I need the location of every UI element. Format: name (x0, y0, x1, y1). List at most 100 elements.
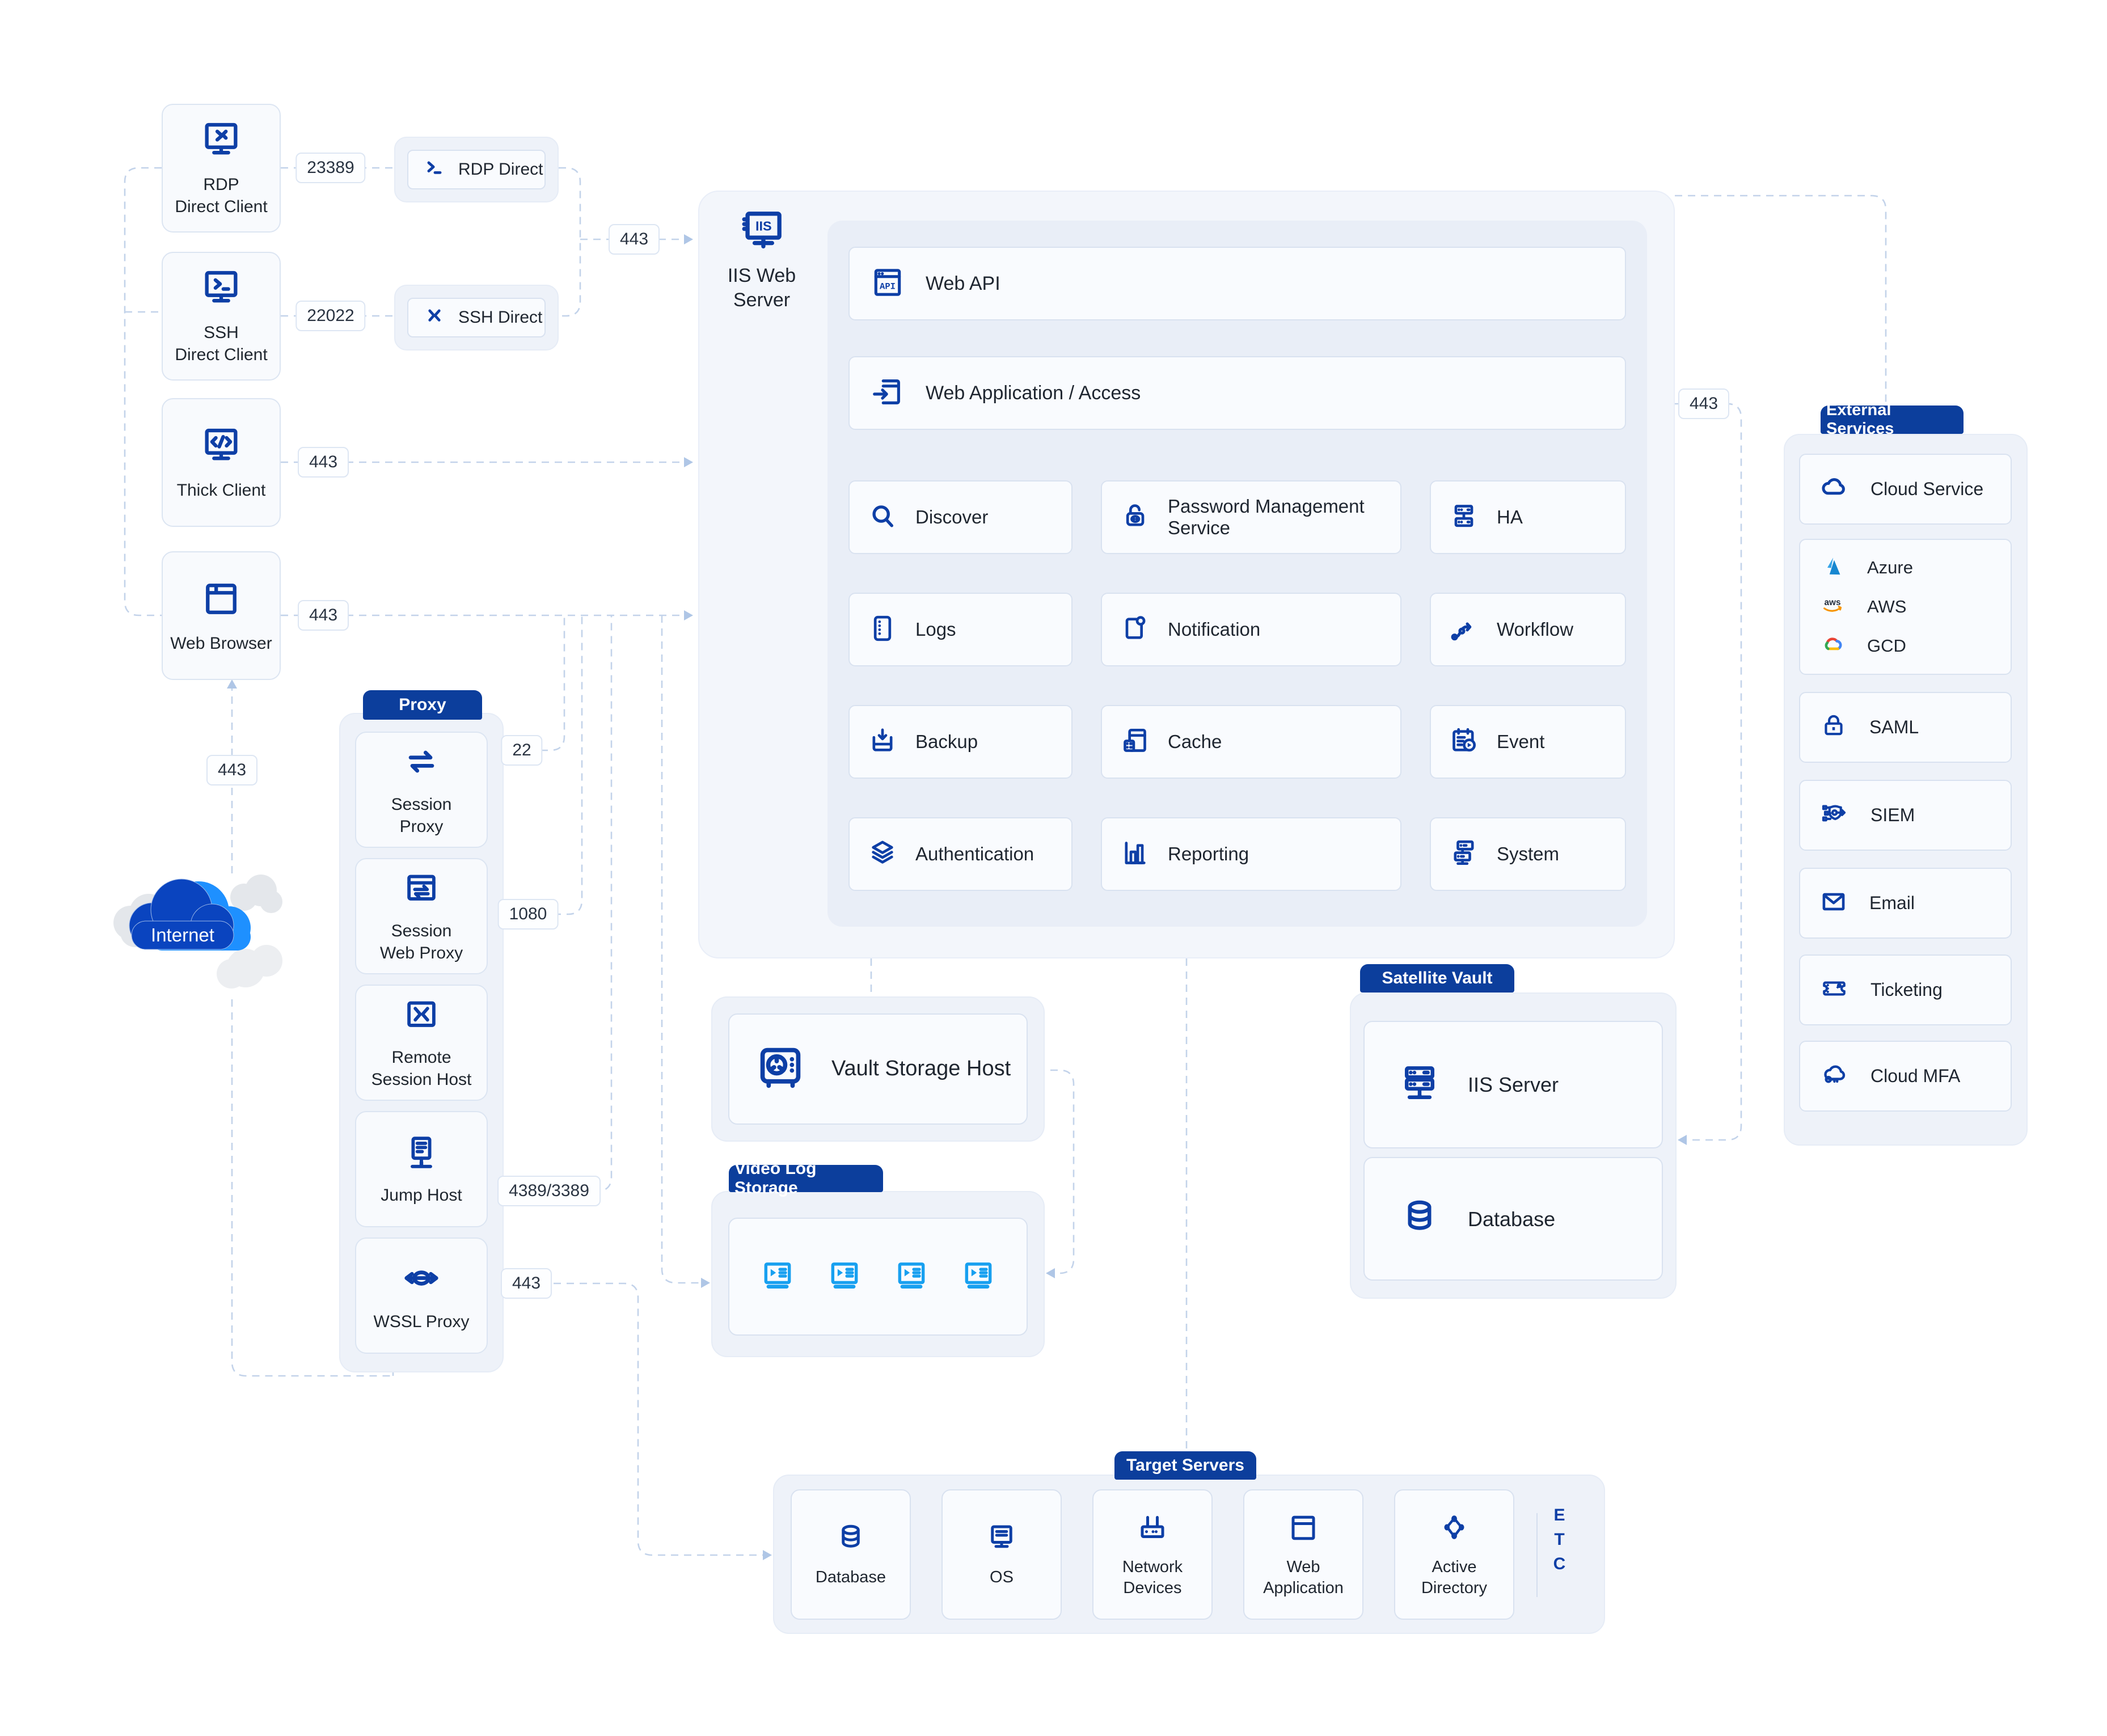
search-icon (867, 500, 898, 535)
node-target-database: Database (791, 1489, 911, 1620)
port-chip-thick: 443 (298, 447, 349, 478)
target-label-line: Devices (1123, 1579, 1181, 1597)
port-chip-jump-host: 4389/3389 (497, 1176, 601, 1206)
cell-authentication: Authentication (848, 817, 1072, 891)
database-icon (834, 1521, 868, 1558)
target-label: Database (816, 1567, 886, 1587)
monitor-code-icon (200, 424, 243, 470)
client-label-line: Web Browser (170, 634, 272, 653)
node-thick-client: Thick Client (162, 398, 281, 527)
node-ssh-direct-client: SSHDirect Client (162, 252, 281, 381)
cell-event: Event (1430, 705, 1626, 779)
svg-text:IIS: IIS (755, 219, 772, 234)
svg-text:aws: aws (1825, 598, 1841, 607)
router-icon (1135, 1511, 1169, 1548)
port-chip-webbrowser: 443 (298, 600, 349, 631)
node-cloud-service: Cloud Service (1799, 454, 2012, 525)
video-log-badge: Video Log Storage (729, 1165, 883, 1192)
client-label-line: Direct Client (175, 345, 267, 364)
svg-text:API: API (880, 281, 896, 292)
node-saml: SAML (1799, 692, 2012, 763)
server-rack-icon (1397, 1061, 1442, 1108)
web-access-arrow-icon (870, 374, 905, 412)
proxy-label-line: Session (391, 922, 452, 940)
layers-icon (867, 837, 898, 872)
video-log-icon (961, 1258, 996, 1296)
swap-arrows-icon (402, 742, 441, 784)
client-label-line: Direct Client (175, 197, 267, 216)
provider-aws: aws AWS (1800, 593, 2011, 622)
rdp-direct-label: RDP Direct (458, 159, 543, 180)
monitor-terminal-icon (200, 267, 243, 312)
node-wssl-proxy: WSSL Proxy (355, 1237, 488, 1354)
iis-web-server-title: IIS IIS Web Server (705, 206, 818, 312)
cell-discover: Discover (848, 480, 1072, 554)
internet-cloud: Internet (101, 858, 294, 1005)
system-servers-icon (1448, 837, 1480, 872)
node-cloud-mfa: Cloud MFA (1799, 1041, 2012, 1112)
iis-monitor-icon: IIS (737, 206, 787, 259)
provider-label: GCD (1867, 636, 1906, 656)
terminal-prompt-icon (422, 156, 447, 184)
siem-label: SIEM (1870, 805, 1915, 826)
video-log-icon (760, 1258, 795, 1296)
cell-label: Cache (1168, 730, 1222, 753)
ssh-direct-label: SSH Direct (458, 307, 542, 328)
notification-icon (1119, 613, 1151, 647)
port-chip-ssh: 22022 (295, 301, 365, 331)
node-target-network-devices: NetworkDevices (1092, 1489, 1213, 1620)
lock-icon (1119, 500, 1151, 535)
cell-label: System (1497, 843, 1559, 865)
satellite-vault-badge: Satellite Vault (1360, 964, 1514, 992)
external-services-badge: External Services (1821, 406, 1964, 434)
vault-safe-icon (754, 1042, 807, 1097)
cell-system: System (1430, 817, 1626, 891)
cell-workflow: Workflow (1430, 593, 1626, 666)
chevrons-icon (422, 304, 447, 332)
client-label-line: RDP (203, 175, 239, 194)
node-remote-session-host: RemoteSession Host (355, 985, 488, 1101)
remote-session-icon (402, 995, 441, 1037)
cell-label: Workflow (1497, 618, 1573, 641)
architecture-diagram: 23389 22022 443 443 443 443 22 1080 4389… (0, 0, 2107, 1736)
active-directory-icon (1437, 1511, 1471, 1548)
target-label: OS (990, 1567, 1014, 1587)
proxy-badge: Proxy (363, 690, 482, 720)
web-window-icon (1286, 1511, 1320, 1548)
port-chip-wssl: 443 (501, 1268, 552, 1299)
target-label-line: Application (1263, 1579, 1344, 1597)
vault-storage-label: Vault Storage Host (831, 1055, 1011, 1083)
internet-label: Internet (151, 924, 214, 946)
cell-label: Authentication (915, 843, 1034, 865)
cell-logs: Logs (848, 593, 1072, 666)
cell-notification: Notification (1101, 593, 1401, 666)
os-monitor-icon (985, 1521, 1019, 1558)
proxy-label-line: Jump Host (381, 1186, 462, 1205)
browser-window-icon (200, 577, 243, 623)
cell-label: HA (1497, 506, 1523, 529)
cloud-mfa-label: Cloud MFA (1870, 1066, 1960, 1087)
provider-azure: Azure (1800, 554, 2011, 582)
cell-reporting: Reporting (1101, 817, 1401, 891)
row-web-application-access: Web Application / Access (848, 356, 1626, 430)
node-siem: SIEM (1799, 780, 2012, 851)
provider-gcd: GCD (1800, 632, 2011, 661)
iis-title-line: IIS Web (728, 265, 796, 286)
port-chip-rdp: 23389 (295, 153, 365, 183)
proxy-label-line: Remote (391, 1048, 451, 1067)
iis-title-line: Server (733, 289, 790, 311)
cell-label: Password Management Service (1168, 496, 1400, 539)
database-icon (1397, 1196, 1442, 1243)
wssl-proxy-icon (402, 1259, 441, 1302)
azure-icon (1819, 554, 1846, 582)
browser-swap-icon (402, 868, 441, 911)
node-cloud-providers: Azure aws AWS GCD (1799, 539, 2012, 675)
cell-ha: HA (1430, 480, 1626, 554)
cloud-icon (1819, 473, 1849, 505)
node-target-active-directory: ActiveDirectory (1394, 1489, 1514, 1620)
node-email: Email (1799, 868, 2012, 939)
port-chip-internet: 443 (206, 755, 257, 785)
email-icon (1819, 888, 1848, 919)
web-api-label: Web API (926, 272, 1000, 296)
node-target-web-application: WebApplication (1243, 1489, 1363, 1620)
